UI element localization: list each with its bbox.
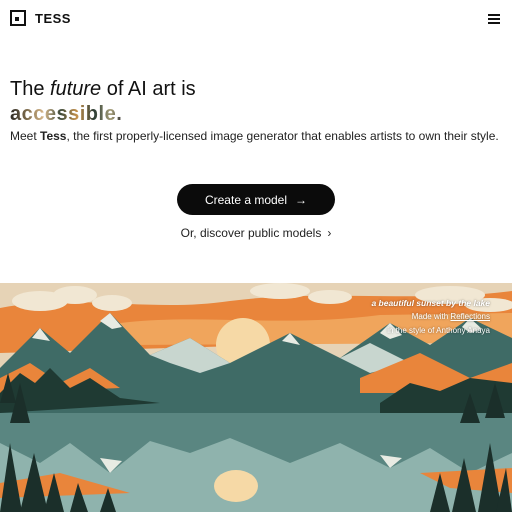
discover-public-models-link[interactable]: Or, discover public models › — [0, 226, 512, 240]
product-name: Tess — [40, 129, 67, 143]
hero-description: Meet Tess, the first properly-licensed i… — [10, 129, 499, 143]
artwork-made-with: Made with Reflections — [411, 312, 490, 321]
artwork-caption: a beautiful sunset by the lake Made with… — [371, 296, 490, 338]
hero-heading-accent: accessible. — [10, 103, 123, 125]
arrow-right-icon: → — [295, 192, 308, 207]
tess-logo-icon — [10, 10, 26, 26]
logo[interactable]: TESS — [10, 10, 71, 26]
create-model-button[interactable]: Create a model → — [177, 184, 335, 215]
brand-name: TESS — [35, 10, 71, 26]
hero-heading-emphasis: future — [50, 78, 102, 100]
chevron-right-icon: › — [327, 226, 332, 240]
artwork-style: in the style of Anthony Anaya — [387, 326, 490, 335]
hamburger-menu-icon[interactable] — [488, 14, 500, 24]
header: TESS — [0, 0, 512, 38]
hero-heading: The future of AI art is — [10, 78, 196, 100]
create-model-label: Create a model — [204, 192, 288, 207]
reflections-link[interactable]: Reflections — [450, 312, 490, 321]
artwork-title: a beautiful sunset by the lake — [371, 298, 490, 308]
